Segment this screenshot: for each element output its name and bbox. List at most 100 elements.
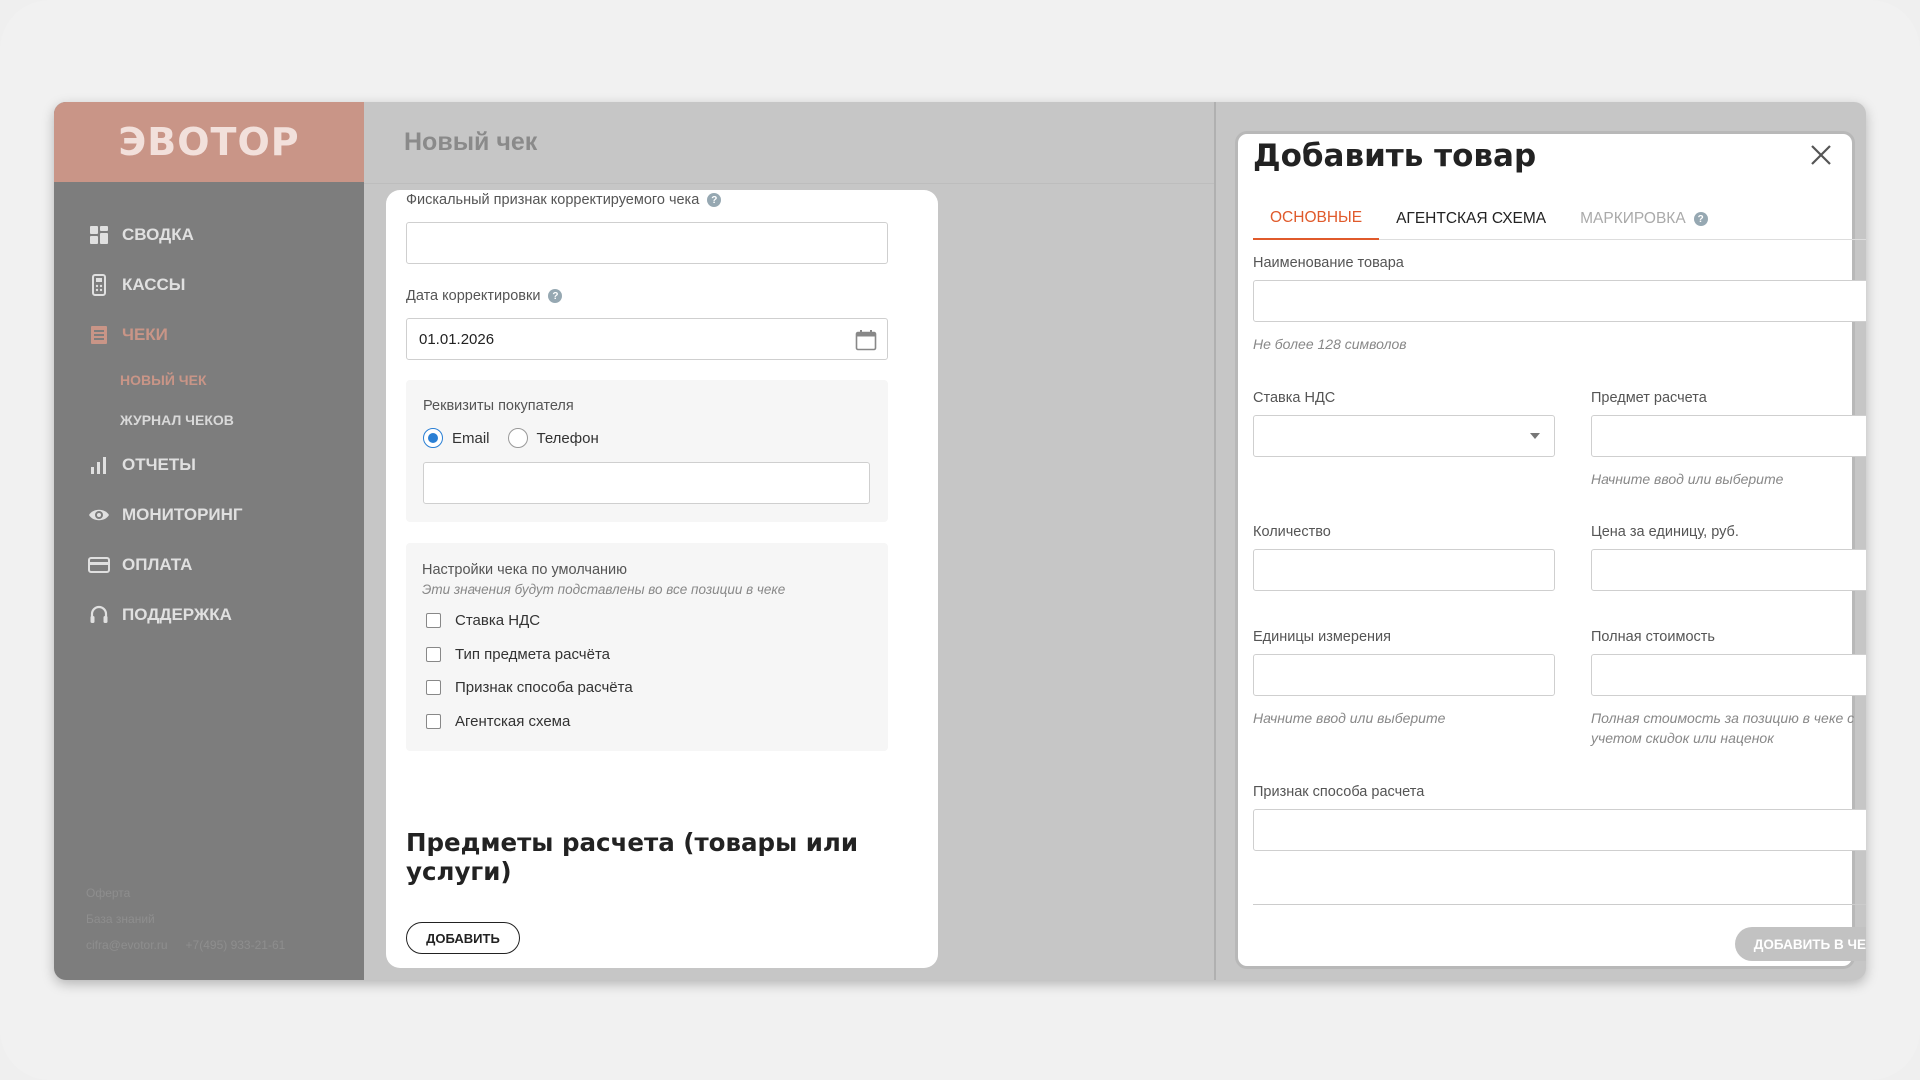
checkbox-label: Агентская схема: [455, 712, 571, 730]
quantity-input[interactable]: [1253, 549, 1555, 591]
unit-of-measure-hint: Начните ввод или выберите: [1253, 710, 1446, 726]
total-cost-input[interactable]: [1591, 654, 1866, 696]
help-icon[interactable]: ?: [548, 289, 563, 303]
brand-logo: ЭВОТОР: [118, 120, 300, 164]
support-phone: +7(495) 933-21-61: [185, 938, 286, 952]
correction-date-label: Дата корректировки ?: [406, 288, 563, 304]
sidebar-item-reports[interactable]: ОТЧЕТЫ: [54, 440, 364, 490]
credit-card-icon: [88, 554, 110, 576]
radio-email[interactable]: Email: [423, 428, 490, 448]
logo-bar[interactable]: ЭВОТОР: [54, 102, 364, 182]
add-to-receipt-button[interactable]: ДОБАВИТЬ В ЧЕК: [1735, 927, 1866, 961]
unit-price-input[interactable]: [1591, 549, 1866, 591]
add-product-modal: Добавить товар ОСНОВНЫЕ АГЕНТСКАЯ СХЕМА …: [1235, 131, 1866, 969]
checkbox-payment-method[interactable]: Признак способа расчёта: [422, 671, 633, 705]
help-icon[interactable]: ?: [707, 193, 722, 207]
sidebar-item-label: ПОДДЕРЖКА: [122, 605, 232, 624]
checkbox-agent-scheme[interactable]: Агентская схема: [422, 705, 633, 739]
modal-tabs: ОСНОВНЫЕ АГЕНТСКАЯ СХЕМА МАРКИРОВКА ?: [1253, 198, 1866, 240]
support-email-link[interactable]: cifra@evotor.ru: [86, 938, 168, 952]
receipt-icon: [88, 324, 110, 346]
close-icon[interactable]: [1806, 140, 1836, 170]
sidebar-subitem-new-receipt[interactable]: НОВЫЙ ЧЕК: [54, 360, 364, 400]
checkbox-box: [426, 713, 441, 729]
sidebar-item-summary[interactable]: СВОДКА: [54, 210, 364, 260]
radio-dot-selected: [423, 428, 443, 448]
sidebar-item-payment[interactable]: ОПЛАТА: [54, 540, 364, 590]
checkbox-subject-type[interactable]: Тип предмета расчёта: [422, 638, 633, 672]
page-title: Новый чек: [364, 102, 1214, 184]
modal-title: Добавить товар: [1253, 138, 1537, 174]
correction-date-input[interactable]: 01.01.2026: [406, 318, 888, 360]
fiscal-sign-label-text: Фискальный признак корректируемого чека: [406, 192, 700, 208]
default-settings-label: Настройки чека по умолчанию: [422, 562, 627, 578]
contact-type-radio-group: Email Телефон: [423, 428, 617, 448]
checkbox-box: [426, 680, 441, 696]
unit-of-measure-label: Единицы измерения: [1253, 629, 1391, 645]
add-item-button[interactable]: ДОБАВИТЬ: [406, 922, 520, 954]
items-section-title: Предметы расчета (товары или услуги): [406, 828, 859, 886]
product-name-hint: Не более 128 символов: [1253, 336, 1407, 352]
payment-method-label: Признак способа расчета: [1253, 784, 1425, 800]
sidebar-item-support[interactable]: ПОДДЕРЖКА: [54, 590, 364, 640]
tab-marking[interactable]: МАРКИРОВКА ?: [1563, 198, 1725, 240]
app-window: ЭВОТОР СВОДКА КАССЫ ЧЕКИ НОВЫЙ ЧЕК ЖУРНА…: [54, 102, 1866, 980]
sidebar: ЭВОТОР СВОДКА КАССЫ ЧЕКИ НОВЫЙ ЧЕК ЖУРНА…: [54, 102, 364, 980]
calendar-icon[interactable]: [855, 329, 877, 355]
bar-chart-icon: [88, 454, 110, 476]
sidebar-item-monitoring[interactable]: МОНИТОРИНГ: [54, 490, 364, 540]
headset-icon: [88, 604, 110, 626]
radio-email-label: Email: [452, 429, 490, 447]
correction-date-label-text: Дата корректировки: [406, 288, 541, 304]
knowledge-base-link[interactable]: База знаний: [86, 906, 303, 932]
radio-phone[interactable]: Телефон: [507, 428, 599, 448]
sidebar-item-label: ОПЛАТА: [122, 555, 193, 574]
buyer-contact-input[interactable]: [423, 462, 870, 504]
default-settings-panel: Настройки чека по умолчанию Эти значения…: [406, 543, 888, 751]
dashboard-icon: [88, 224, 110, 246]
cash-register-icon: [88, 274, 110, 296]
sidebar-footer: Оферта База знаний cifra@evotor.ru +7(495…: [86, 880, 303, 958]
help-icon[interactable]: ?: [1693, 212, 1708, 226]
unit-of-measure-input[interactable]: [1253, 654, 1555, 696]
checkbox-label: Признак способа расчёта: [455, 679, 633, 697]
sidebar-item-label: СВОДКА: [122, 225, 194, 244]
correction-date-value: 01.01.2026: [419, 330, 495, 348]
sidebar-item-label: ЧЕКИ: [122, 325, 168, 344]
unit-price-label: Цена за единицу, руб.: [1591, 524, 1739, 540]
default-settings-checkboxes: Ставка НДС Тип предмета расчёта Признак …: [422, 604, 633, 738]
main-area: Новый чек Фискальный признак корректируе…: [364, 102, 1216, 980]
checkbox-label: Тип предмета расчёта: [455, 645, 610, 663]
eye-icon: [88, 504, 110, 526]
sidebar-item-receipts[interactable]: ЧЕКИ: [54, 310, 364, 360]
payment-subject-input[interactable]: [1591, 415, 1866, 457]
product-name-input[interactable]: [1253, 280, 1866, 322]
payment-subject-hint: Начните ввод или выберите: [1591, 471, 1784, 487]
buyer-details-label: Реквизиты покупателя: [423, 398, 574, 414]
vat-rate-select[interactable]: [1253, 415, 1555, 457]
buyer-details-panel: Реквизиты покупателя Email Телефон: [406, 380, 888, 522]
tab-basic[interactable]: ОСНОВНЫЕ: [1253, 198, 1380, 240]
vat-rate-label: Ставка НДС: [1253, 390, 1336, 406]
fiscal-sign-input[interactable]: [406, 222, 888, 264]
checkbox-box: [426, 613, 441, 629]
total-cost-label: Полная стоимость: [1591, 629, 1715, 645]
product-name-label: Наименование товара: [1253, 255, 1404, 271]
sidebar-item-label: ОТЧЕТЫ: [122, 455, 196, 474]
sidebar-item-registers[interactable]: КАССЫ: [54, 260, 364, 310]
offer-link[interactable]: Оферта: [86, 880, 303, 906]
fiscal-sign-label: Фискальный признак корректируемого чека …: [406, 192, 722, 208]
default-settings-hint: Эти значения будут подставлены во все по…: [422, 582, 786, 597]
radio-dot: [507, 428, 528, 448]
tab-agent-scheme[interactable]: АГЕНТСКАЯ СХЕМА: [1379, 198, 1563, 240]
checkbox-label: Ставка НДС: [455, 612, 541, 630]
payment-method-select[interactable]: [1253, 809, 1866, 851]
total-cost-hint: Полная стоимость за позицию в чеке с уче…: [1591, 710, 1855, 746]
payment-subject-label: Предмет расчета: [1591, 390, 1707, 406]
sidebar-item-label: КАССЫ: [122, 275, 186, 294]
modal-divider: [1253, 904, 1866, 905]
chevron-down-icon: [1530, 433, 1540, 439]
checkbox-vat-rate[interactable]: Ставка НДС: [422, 604, 633, 638]
sidebar-subitem-receipt-log[interactable]: ЖУРНАЛ ЧЕКОВ: [54, 400, 364, 440]
sidebar-item-label: МОНИТОРИНГ: [122, 505, 243, 524]
